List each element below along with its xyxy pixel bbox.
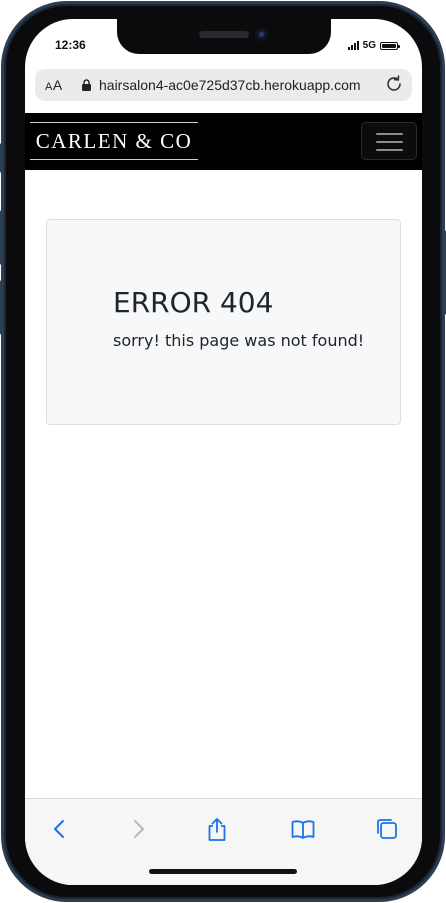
home-indicator[interactable] — [149, 869, 297, 874]
error-title: ERROR 404 — [113, 286, 274, 319]
reload-icon[interactable] — [384, 74, 404, 94]
address-bar[interactable]: AA hairsalon4-ac0e725d37cb.herokuapp.com — [35, 69, 412, 101]
hamburger-icon — [376, 133, 403, 135]
power-button — [442, 230, 446, 315]
back-icon[interactable] — [47, 816, 73, 842]
silent-switch — [0, 143, 4, 173]
forward-icon[interactable] — [125, 816, 151, 842]
site-navbar: CARLEN & CO — [25, 113, 422, 170]
error-card: ERROR 404 sorry! this page was not found… — [46, 219, 401, 425]
status-indicators: 5G — [347, 40, 400, 51]
lock-icon — [82, 79, 91, 91]
brand-logo[interactable]: CARLEN & CO — [30, 122, 198, 160]
speaker-grille — [199, 31, 249, 38]
status-time: 12:36 — [55, 38, 86, 52]
signal-icon — [347, 41, 359, 50]
tabs-icon[interactable] — [374, 816, 400, 842]
error-message: sorry! this page was not found! — [113, 331, 365, 350]
volume-up-button — [0, 210, 4, 265]
front-camera — [255, 28, 268, 41]
phone-screen: 12:36 5G AA hairsalon4-ac0e725d37cb.hero… — [25, 19, 422, 885]
bookmarks-icon[interactable] — [290, 816, 316, 842]
url-text[interactable]: hairsalon4-ac0e725d37cb.herokuapp.com — [99, 77, 384, 93]
volume-down-button — [0, 280, 4, 335]
share-icon[interactable] — [204, 816, 230, 842]
notch — [117, 19, 331, 54]
text-size-button[interactable]: AA — [45, 77, 63, 93]
network-type: 5G — [362, 40, 376, 51]
battery-icon — [380, 41, 400, 50]
menu-toggle-button[interactable] — [361, 122, 417, 160]
